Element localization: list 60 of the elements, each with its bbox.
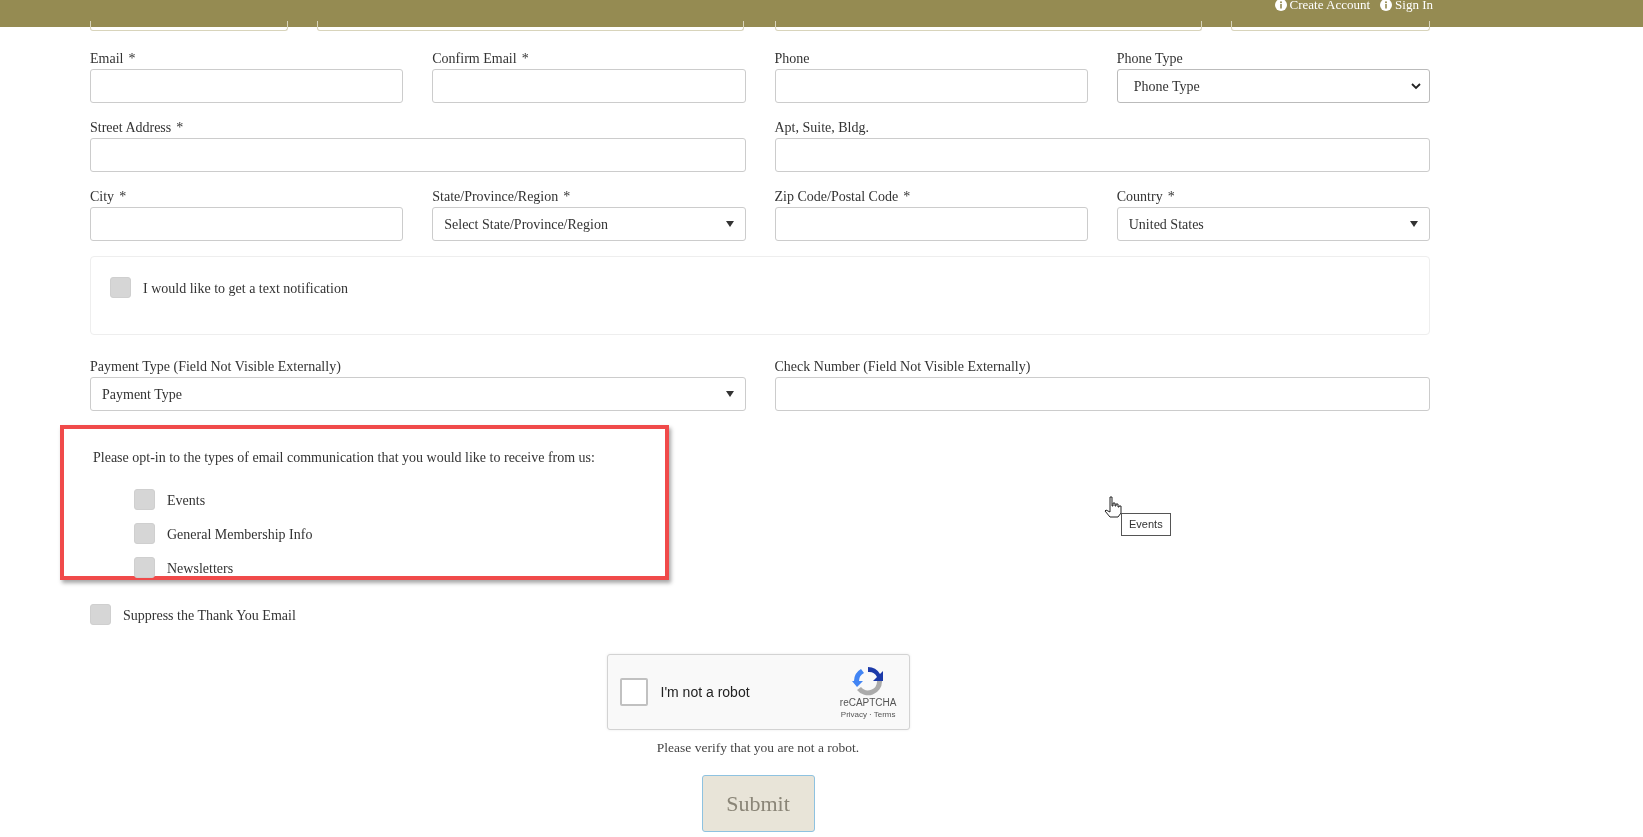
required-mark: * (119, 187, 127, 206)
link-separator: · (869, 708, 872, 720)
checkbox-label: I would like to get a text notification (143, 280, 348, 298)
input-field[interactable] (1231, 21, 1430, 31)
field-label: Zip Code/Postal Code (774, 187, 899, 206)
field-label: State/Province/Region (432, 187, 559, 206)
tooltip: Events (1121, 513, 1171, 536)
input-field[interactable] (317, 21, 744, 31)
captcha-link[interactable]: Terms (873, 708, 896, 720)
field-label: City (90, 187, 115, 206)
required-mark: * (176, 118, 184, 137)
checkbox[interactable] (134, 488, 155, 510)
verify-message: Please verify that you are not a robot. (656, 739, 860, 757)
field-label: Payment Type (Field Not Visible Externally) (90, 357, 341, 376)
checkbox-label: General Membership Info (167, 526, 313, 544)
input-field[interactable] (90, 207, 404, 241)
required-mark: * (903, 187, 911, 206)
checkbox[interactable] (90, 603, 111, 625)
input-field[interactable] (774, 207, 1088, 241)
required-mark: * (563, 187, 571, 206)
select-field[interactable]: Phone Type (1116, 69, 1430, 103)
hand-cursor-icon (1104, 496, 1122, 518)
input-field[interactable] (774, 138, 1430, 172)
field-label: Country (1116, 187, 1163, 206)
input-field[interactable] (90, 21, 288, 31)
chevron-down-icon (1411, 82, 1421, 90)
field-label: Phone Type (1116, 49, 1183, 68)
required-mark: * (1167, 187, 1175, 206)
select-field[interactable]: United States (1116, 207, 1430, 241)
captcha-link[interactable]: Privacy (840, 708, 868, 720)
checkbox[interactable] (110, 276, 131, 298)
checkbox-label: Newsletters (167, 560, 234, 578)
field-label: Confirm Email (432, 49, 517, 68)
dropdown-triangle-icon (725, 221, 734, 227)
input-field[interactable] (775, 21, 1202, 31)
field-label: Apt, Suite, Bldg. (774, 118, 869, 137)
recaptcha-logo-icon (852, 664, 885, 697)
checkbox[interactable] (134, 522, 155, 544)
checkbox-label: Events (167, 492, 206, 510)
input-field[interactable] (90, 69, 404, 103)
required-mark: * (128, 49, 136, 68)
opt-in-prompt: Please opt-in to the types of email communication that you would like to receive from us: (93, 449, 596, 467)
checkbox-label: Suppress the Thank You Email (123, 607, 296, 625)
required-mark: * (521, 49, 529, 68)
input-field[interactable] (90, 138, 746, 172)
dropdown-triangle-icon (725, 391, 734, 397)
select-field[interactable]: Select State/Province/Region (432, 207, 746, 241)
input-field[interactable] (774, 69, 1088, 103)
field-label: Email (90, 49, 124, 68)
field-label: Phone (774, 49, 810, 68)
dropdown-triangle-icon (1410, 221, 1418, 227)
captcha-brand: reCAPTCHA (839, 696, 897, 709)
captcha-checkbox[interactable] (619, 678, 648, 706)
field-label: Street Address (90, 118, 172, 137)
select-field[interactable]: Payment Type (90, 377, 746, 411)
input-field[interactable] (774, 377, 1430, 411)
checkbox[interactable] (134, 556, 155, 578)
captcha-label: I'm not a robot (660, 682, 750, 702)
input-field[interactable] (432, 69, 746, 103)
field-label: Check Number (Field Not Visible Externally) (774, 357, 1031, 376)
